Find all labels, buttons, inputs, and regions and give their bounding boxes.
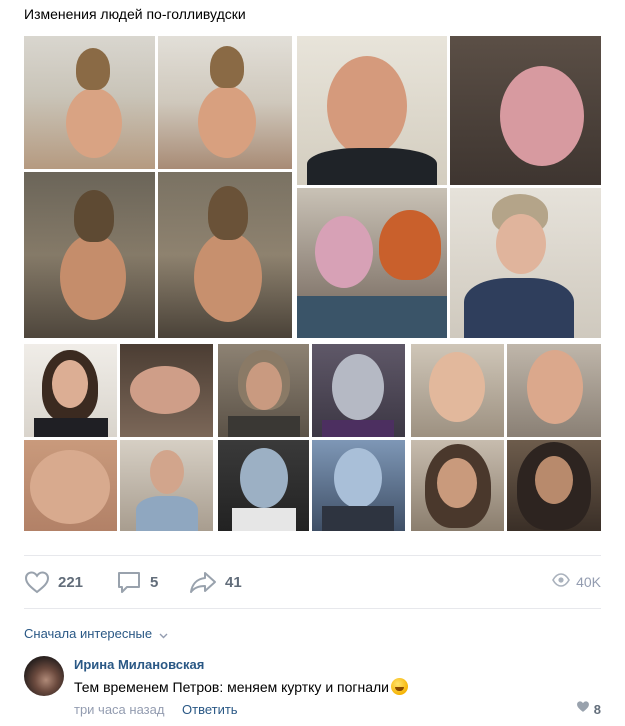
- post-actions: 221 5 41 40K: [24, 568, 601, 596]
- photo-actress-portrait[interactable]: [24, 344, 117, 437]
- comments-sort-label: Сначала интересные: [24, 626, 153, 641]
- photo-doubtfire-costume[interactable]: [450, 188, 601, 338]
- photo-thorin-makeup[interactable]: [411, 440, 504, 531]
- photo-actor-portrait[interactable]: [218, 344, 309, 437]
- photo-thor-1[interactable]: [24, 36, 155, 169]
- photo-thor-3[interactable]: [24, 172, 155, 338]
- share-count: 41: [225, 573, 242, 591]
- avatar[interactable]: [24, 656, 64, 696]
- photo-doubtfire-makeup[interactable]: [297, 188, 447, 338]
- comment-icon: [116, 569, 142, 595]
- photo-dwarf-prosthetic[interactable]: [507, 344, 601, 437]
- share-icon: [189, 570, 217, 594]
- eye-icon: [552, 572, 570, 592]
- photo-night-king-final[interactable]: [312, 440, 405, 531]
- photo-robin-portrait[interactable]: [297, 36, 447, 185]
- heart-icon: [24, 570, 50, 594]
- photo-night-king-makeup[interactable]: [218, 440, 309, 531]
- share-button[interactable]: 41: [189, 568, 242, 596]
- heart-icon: [576, 700, 590, 718]
- views-counter: 40K: [552, 568, 601, 596]
- comment-like-count: 8: [593, 701, 601, 717]
- photo-robin-makeup[interactable]: [450, 36, 601, 185]
- comment-like-button[interactable]: 8: [576, 700, 601, 718]
- like-count: 221: [58, 573, 84, 591]
- divider-actions: [24, 555, 601, 556]
- views-count: 40K: [576, 574, 601, 590]
- comment-text-body: Тем временем Петров: меняем куртку и пог…: [74, 678, 390, 695]
- photo-bald-cap-costume[interactable]: [120, 440, 213, 531]
- chevron-down-icon: [159, 627, 168, 642]
- photo-thor-2[interactable]: [158, 36, 292, 169]
- laughing-emoji-icon: [391, 678, 409, 695]
- reply-button[interactable]: Ответить: [182, 702, 238, 717]
- like-button[interactable]: 221: [24, 568, 83, 596]
- photo-actress-makeup[interactable]: [120, 344, 213, 437]
- comment-text: Тем временем Петров: меняем куртку и пог…: [74, 678, 409, 695]
- comment-author[interactable]: Ирина Милановская: [74, 657, 204, 672]
- comment-button[interactable]: 5: [116, 568, 158, 596]
- comments-sort-dropdown[interactable]: Сначала интересные: [24, 626, 168, 642]
- post-title: Изменения людей по-голливудски: [24, 6, 246, 22]
- photo-thorin-final[interactable]: [507, 440, 601, 531]
- photo-prosthetic-nose[interactable]: [24, 440, 117, 531]
- photo-dwarf-bald-cap[interactable]: [411, 344, 504, 437]
- photo-white-walker-makeup[interactable]: [312, 344, 405, 437]
- photo-thor-4[interactable]: [158, 172, 292, 338]
- divider-comments: [24, 608, 601, 609]
- comment-time[interactable]: три часа назад: [74, 702, 164, 717]
- comment-count: 5: [150, 573, 159, 591]
